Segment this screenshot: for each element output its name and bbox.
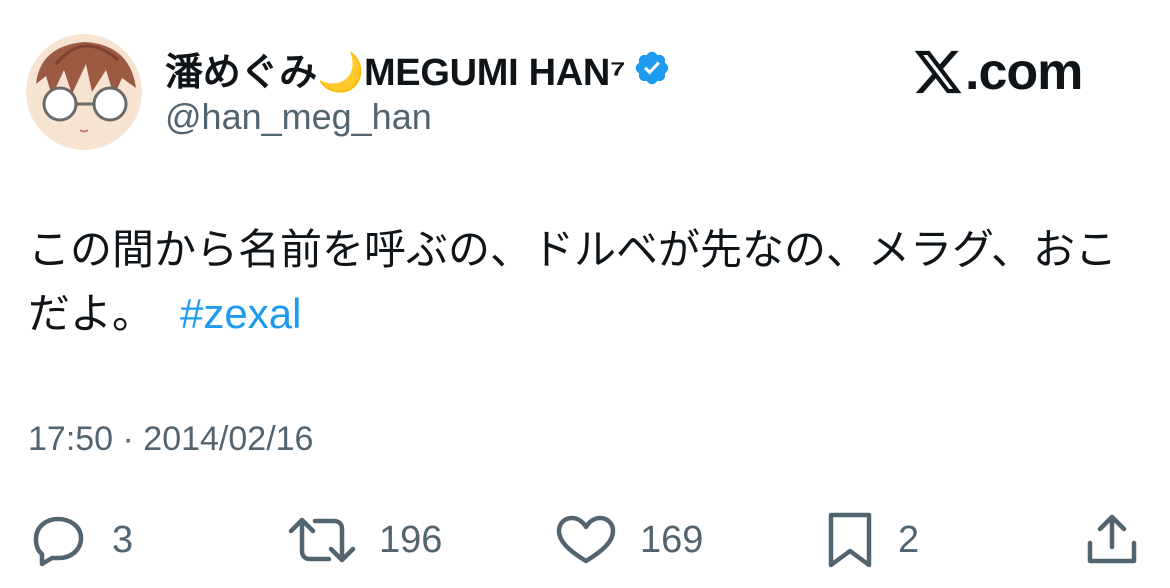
bookmark-icon xyxy=(828,512,872,568)
like-count: 169 xyxy=(640,518,704,561)
x-com-text: .com xyxy=(965,43,1083,101)
share-icon xyxy=(1087,514,1137,564)
tweet-text: この間から名前を呼ぶの、ドルベが先なの、メラグ、おこだよ。 #zexal xyxy=(28,218,1148,346)
author-display-name[interactable]: 潘めぐみ🌙MEGUMI HAN⁷ xyxy=(165,41,626,96)
author-handle[interactable]: @han_meg_han xyxy=(165,96,432,138)
hashtag-link[interactable]: #zexal xyxy=(180,290,301,337)
verified-badge-icon xyxy=(633,49,671,87)
tweet-timestamp[interactable]: 17:50 · 2014/02/16 xyxy=(28,420,313,459)
bookmark-button[interactable]: 2 xyxy=(824,510,919,570)
retweet-button[interactable]: 196 xyxy=(287,510,442,570)
share-button[interactable] xyxy=(1082,510,1142,570)
bookmark-count: 2 xyxy=(898,518,920,561)
x-com-logo: .com xyxy=(912,43,1083,101)
reply-button[interactable]: 3 xyxy=(26,510,133,570)
avatar-image xyxy=(26,34,142,150)
like-button[interactable]: 169 xyxy=(554,510,703,570)
heart-icon xyxy=(556,515,616,564)
action-bar: 3 196 169 2 xyxy=(0,510,1170,570)
reply-count: 3 xyxy=(112,518,134,561)
reply-icon xyxy=(33,516,84,567)
retweet-icon xyxy=(288,517,356,563)
x-logo-icon xyxy=(914,50,962,94)
author-name-row[interactable]: 潘めぐみ🌙MEGUMI HAN⁷ xyxy=(165,40,671,96)
avatar[interactable] xyxy=(26,34,142,150)
retweet-count: 196 xyxy=(379,518,443,561)
